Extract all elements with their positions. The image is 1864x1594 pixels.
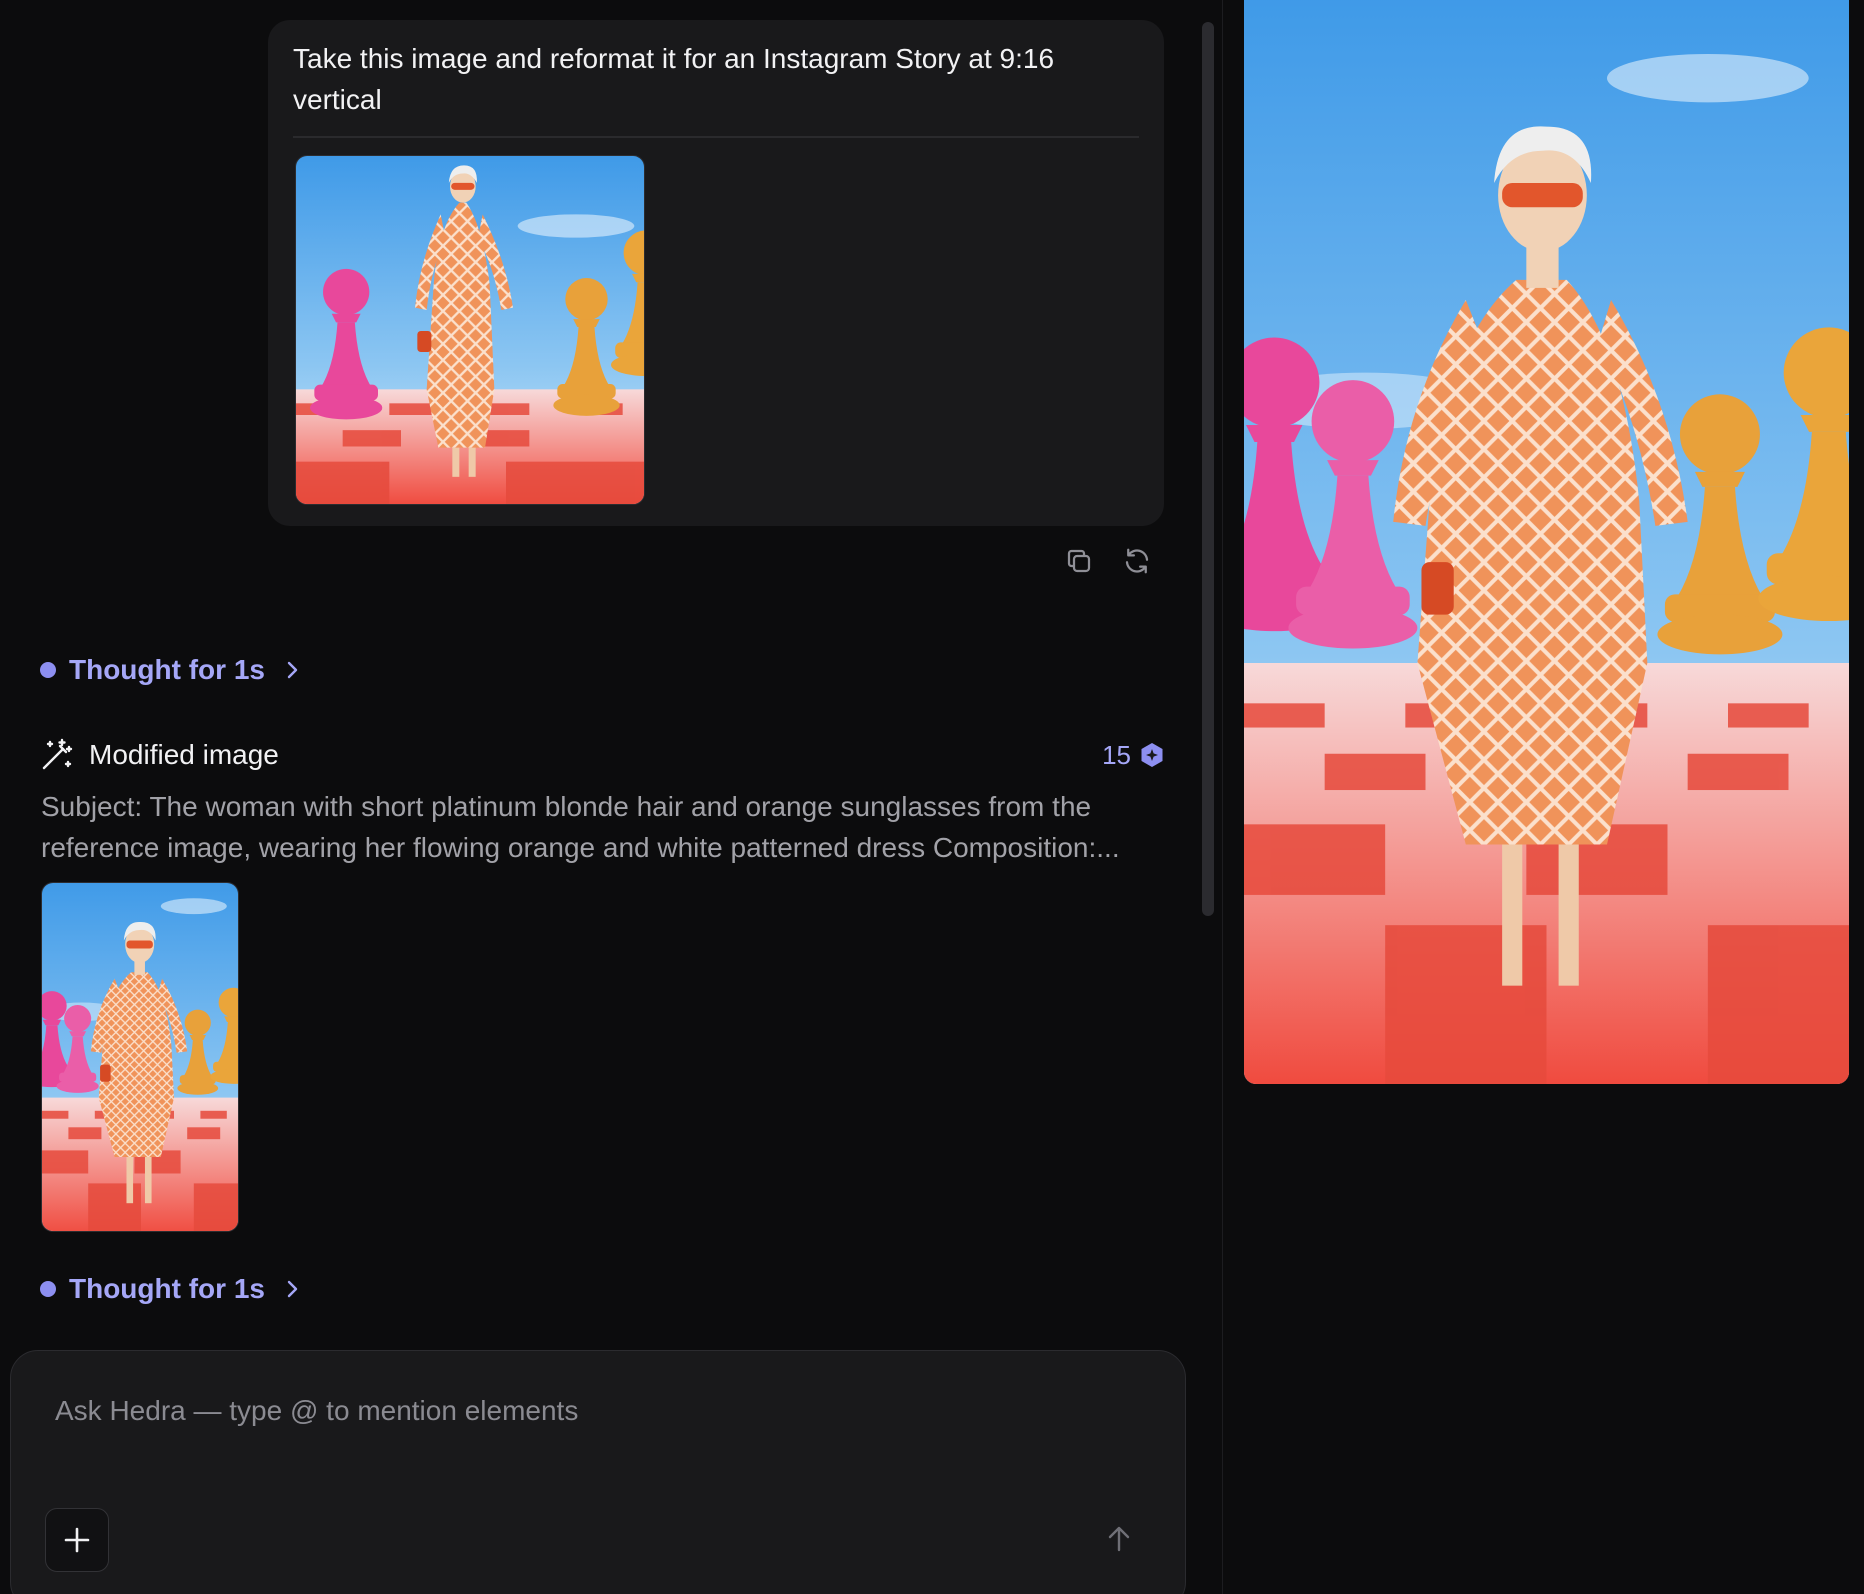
preview-image — [1244, 0, 1849, 1084]
add-attachment-button[interactable] — [45, 1508, 109, 1572]
result-image-thumbnail[interactable] — [41, 882, 239, 1232]
thought-status-dot — [40, 662, 56, 678]
attached-image-thumbnail[interactable] — [295, 155, 645, 505]
chat-scrollbar[interactable] — [1202, 22, 1214, 916]
thought-label: Thought for 1s — [69, 1273, 265, 1304]
thought-toggle[interactable]: Thought for 1s — [40, 1273, 301, 1305]
message-divider — [293, 136, 1139, 138]
thought-status-dot — [40, 1281, 56, 1297]
copy-icon — [1067, 549, 1091, 573]
chat-panel: Take this image and reformat it for an I… — [0, 0, 1222, 1594]
image-preview[interactable] — [1244, 0, 1849, 1084]
message-actions — [1062, 544, 1154, 578]
preview-panel — [1223, 0, 1864, 1594]
magic-wand-icon — [40, 738, 74, 772]
plus-icon — [64, 1527, 90, 1553]
chevron-right-icon — [283, 1278, 301, 1300]
message-composer — [10, 1350, 1186, 1594]
tool-call-title: Modified image — [89, 739, 279, 770]
thought-label: Thought for 1s — [69, 654, 265, 685]
credit-hexagon-icon — [1141, 743, 1163, 767]
copy-button[interactable] — [1062, 544, 1096, 578]
chevron-right-icon — [283, 659, 301, 681]
user-message: Take this image and reformat it for an I… — [268, 20, 1164, 526]
credits-cost: 15 — [1102, 738, 1164, 772]
result-image — [42, 883, 239, 1232]
arrow-up-icon — [1108, 1526, 1130, 1552]
thought-toggle[interactable]: Thought for 1s — [40, 654, 301, 686]
tool-call-description: Subject: The woman with short platinum b… — [41, 791, 1120, 863]
tool-call-header: Modified image 15 — [40, 738, 1164, 774]
chat-input[interactable] — [55, 1386, 1135, 1436]
credits-value: 15 — [1102, 740, 1131, 770]
regenerate-button[interactable] — [1120, 544, 1154, 578]
attached-image — [296, 156, 645, 505]
send-button[interactable] — [1099, 1519, 1139, 1559]
refresh-icon — [1125, 548, 1149, 574]
user-message-text: Take this image and reformat it for an I… — [293, 43, 1055, 115]
